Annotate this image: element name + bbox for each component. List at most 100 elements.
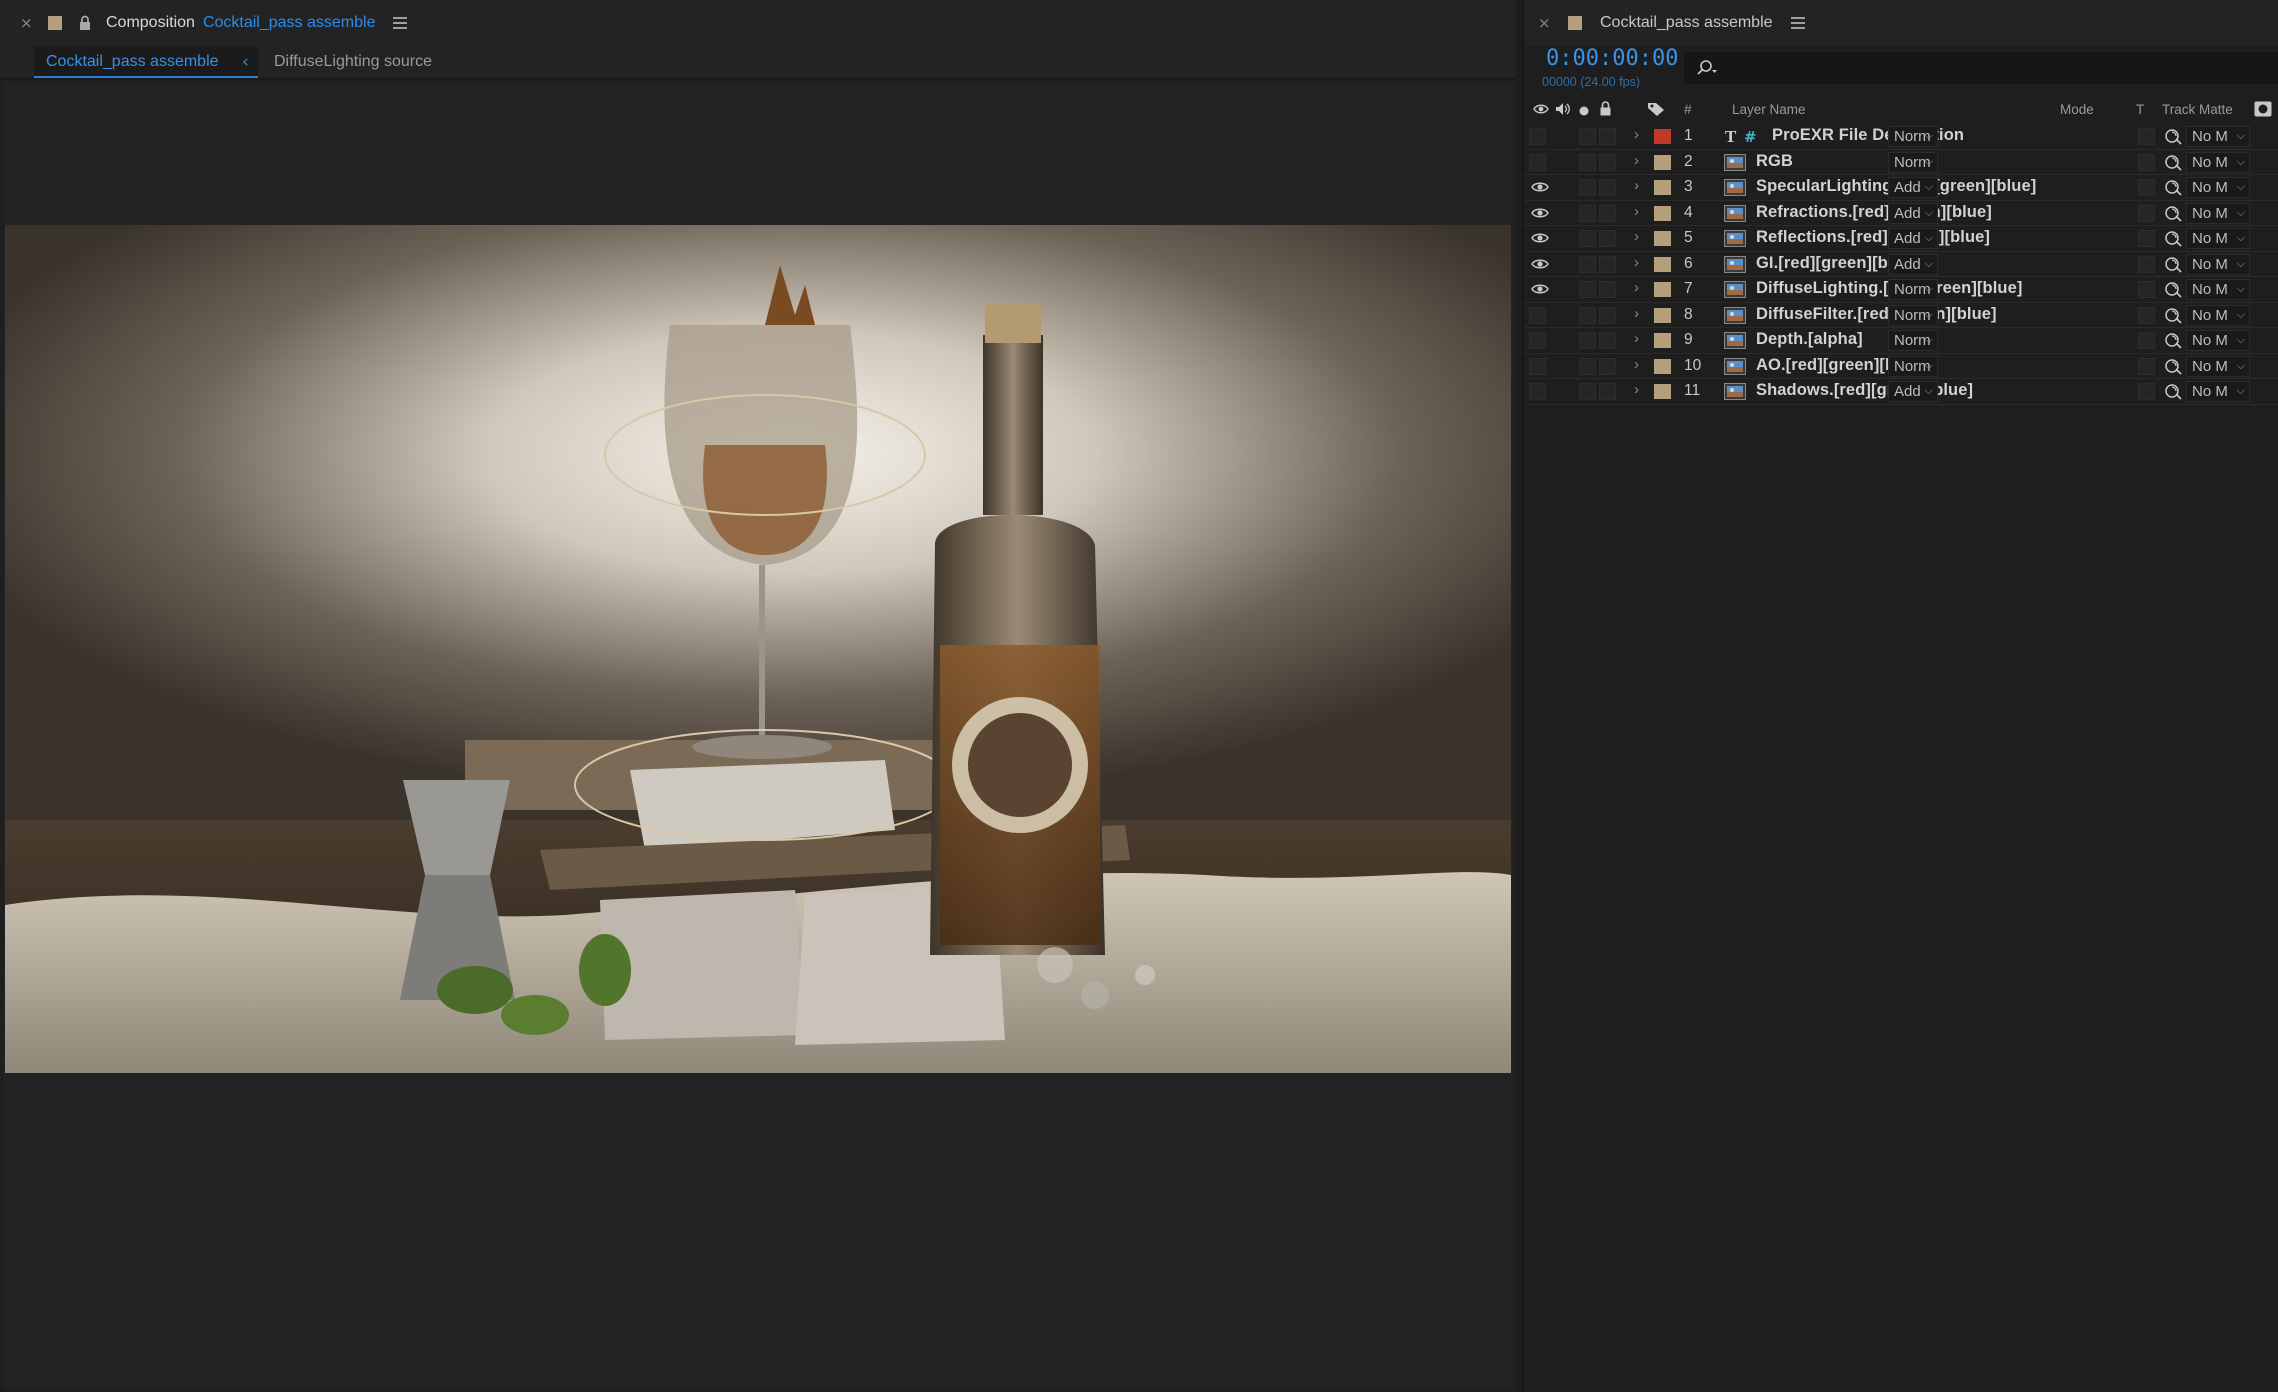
solo-toggle[interactable] <box>1579 281 1596 298</box>
chevron-right-icon[interactable]: › <box>1634 228 1639 245</box>
blend-mode-dropdown[interactable]: Add ⌵ <box>1888 253 1938 275</box>
preserve-transparency-toggle[interactable] <box>2138 357 2155 375</box>
lock-icon[interactable] <box>78 15 92 31</box>
layer-name[interactable]: Reflections.[red][green][blue] <box>1756 228 1990 247</box>
visibility-toggle[interactable] <box>1529 128 1546 145</box>
hamburger-icon[interactable] <box>1790 17 1805 29</box>
blend-mode-dropdown[interactable]: Add ⌵ <box>1888 228 1938 249</box>
layer-row[interactable]: › 11 Shadows.[red][green][blue] Add ⌵ No M ⌵ <box>1524 379 2278 405</box>
solo-toggle[interactable] <box>1579 332 1596 349</box>
lock-toggle[interactable] <box>1599 128 1616 145</box>
track-matte-dropdown[interactable]: No M ⌵ <box>2186 279 2250 300</box>
lock-toggle[interactable] <box>1599 332 1616 349</box>
matte-link-icon[interactable] <box>2164 280 2182 298</box>
lock-toggle[interactable] <box>1599 204 1616 222</box>
eye-icon[interactable] <box>1531 180 1549 194</box>
track-matte-dropdown[interactable]: No M ⌵ <box>2186 202 2250 224</box>
close-icon[interactable]: × <box>20 14 34 32</box>
layer-label-color[interactable] <box>1654 256 1671 272</box>
track-matte-dropdown[interactable]: No M ⌵ <box>2186 330 2250 351</box>
blend-mode-dropdown[interactable]: Add ⌵ <box>1888 177 1938 198</box>
eye-icon[interactable] <box>1533 103 1549 118</box>
matte-link-icon[interactable] <box>2164 306 2182 324</box>
matte-link-icon[interactable] <box>2164 178 2182 196</box>
lock-toggle[interactable] <box>1599 179 1616 196</box>
eye-icon[interactable] <box>1531 282 1549 296</box>
track-matte-dropdown[interactable]: No M ⌵ <box>2186 381 2250 402</box>
eye-icon[interactable] <box>1531 257 1549 271</box>
layer-name[interactable]: Depth.[alpha] <box>1756 330 1863 349</box>
layer-name[interactable]: DiffuseFilter.[red][green][blue] <box>1756 305 1997 324</box>
track-matte-dropdown[interactable]: No M ⌵ <box>2186 151 2250 173</box>
chevron-right-icon[interactable]: › <box>1634 279 1639 296</box>
lock-icon[interactable] <box>1599 101 1612 119</box>
preserve-transparency-toggle[interactable] <box>2138 306 2155 324</box>
blend-mode-dropdown[interactable]: Norm ⌵ <box>1888 151 1938 173</box>
track-matte-dropdown[interactable]: No M ⌵ <box>2186 304 2250 326</box>
layer-row[interactable]: › 10 AO.[red][green][blue] Norm ⌵ No M ⌵ <box>1524 354 2278 379</box>
layer-label-color[interactable] <box>1654 231 1671 246</box>
solo-toggle[interactable] <box>1579 204 1596 222</box>
layer-label-color[interactable] <box>1654 333 1671 348</box>
layer-label-color[interactable] <box>1654 154 1671 170</box>
layer-name[interactable]: Shadows.[red][green][blue] <box>1756 381 1973 400</box>
matte-link-icon[interactable] <box>2164 204 2182 222</box>
solo-toggle[interactable] <box>1579 153 1596 171</box>
matte-link-icon[interactable] <box>2164 127 2182 145</box>
preserve-transparency-toggle[interactable] <box>2138 204 2155 222</box>
track-matte-dropdown[interactable]: No M ⌵ <box>2186 355 2250 377</box>
visibility-toggle[interactable] <box>1529 357 1546 375</box>
preserve-transparency-toggle[interactable] <box>2138 179 2155 196</box>
close-icon[interactable]: × <box>1538 14 1552 32</box>
blend-mode-dropdown[interactable]: Norm ⌵ <box>1888 279 1938 300</box>
timeline-comp-name[interactable]: Cocktail_pass assemble <box>1600 14 1773 32</box>
track-matte-dropdown[interactable]: No M ⌵ <box>2186 228 2250 249</box>
matte-link-icon[interactable] <box>2164 255 2182 273</box>
current-time-display[interactable]: 0:00:00:00 <box>1546 46 1678 71</box>
matte-link-icon[interactable] <box>2164 382 2182 400</box>
layer-row[interactable]: › 1 T # ProEXR File Description Norm ⌵ No M ⌵ <box>1524 124 2278 150</box>
comp-name-link[interactable]: Cocktail_pass assemble <box>203 14 376 32</box>
solo-toggle[interactable] <box>1579 357 1596 375</box>
blend-mode-dropdown[interactable]: Norm ⌵ <box>1888 355 1938 377</box>
chevron-right-icon[interactable]: › <box>1634 177 1639 194</box>
rendered-frame-image[interactable] <box>5 225 1511 1073</box>
layer-label-color[interactable] <box>1654 282 1671 297</box>
lock-toggle[interactable] <box>1599 383 1616 400</box>
track-matte-dropdown[interactable]: No M ⌵ <box>2186 177 2250 198</box>
solo-toggle[interactable] <box>1579 230 1596 247</box>
layer-row[interactable]: › 8 DiffuseFilter.[red][green][blue] Norm ⌵ N… <box>1524 303 2278 328</box>
chevron-right-icon[interactable]: › <box>1634 254 1639 271</box>
layer-row[interactable]: › 9 Depth.[alpha] Norm ⌵ No M ⌵ <box>1524 328 2278 354</box>
visibility-toggle[interactable] <box>1529 332 1546 349</box>
eye-icon[interactable] <box>1531 231 1549 245</box>
layer-row[interactable]: › 6 GI.[red][green][blue] Add ⌵ No M ⌵ <box>1524 252 2278 277</box>
layer-name[interactable]: Refractions.[red][green][blue] <box>1756 203 1992 222</box>
label-tag-icon[interactable] <box>1647 101 1665 120</box>
chevron-right-icon[interactable]: › <box>1634 203 1639 220</box>
preserve-transparency-toggle[interactable] <box>2138 383 2155 400</box>
solo-toggle[interactable] <box>1579 383 1596 400</box>
layer-label-color[interactable] <box>1654 129 1671 144</box>
visibility-toggle[interactable] <box>1529 306 1546 324</box>
blend-mode-dropdown[interactable]: Norm ⌵ <box>1888 126 1938 147</box>
blend-mode-dropdown[interactable]: Norm ⌵ <box>1888 304 1938 326</box>
layer-search-field[interactable] <box>1684 52 2278 84</box>
preserve-transparency-toggle[interactable] <box>2138 255 2155 273</box>
track-matte-dropdown[interactable]: No M ⌵ <box>2186 253 2250 275</box>
lock-toggle[interactable] <box>1599 255 1616 273</box>
matte-link-icon[interactable] <box>2164 357 2182 375</box>
blend-mode-dropdown[interactable]: Add ⌵ <box>1888 202 1938 224</box>
matte-visibility-icon[interactable] <box>2254 101 2272 120</box>
column-layer-name[interactable]: Layer Name <box>1732 102 1806 117</box>
layer-row[interactable]: › 5 Reflections.[red][green][blue] Add ⌵ No M… <box>1524 226 2278 252</box>
breadcrumb-item[interactable]: DiffuseLighting source <box>274 46 432 78</box>
matte-link-icon[interactable] <box>2164 331 2182 349</box>
layer-label-color[interactable] <box>1654 180 1671 195</box>
solo-toggle[interactable] <box>1579 128 1596 145</box>
matte-link-icon[interactable] <box>2164 229 2182 247</box>
audio-speaker-icon[interactable] <box>1555 102 1571 119</box>
chevron-right-icon[interactable]: › <box>1634 381 1639 398</box>
chevron-right-icon[interactable]: › <box>1634 305 1639 322</box>
lock-toggle[interactable] <box>1599 230 1616 247</box>
